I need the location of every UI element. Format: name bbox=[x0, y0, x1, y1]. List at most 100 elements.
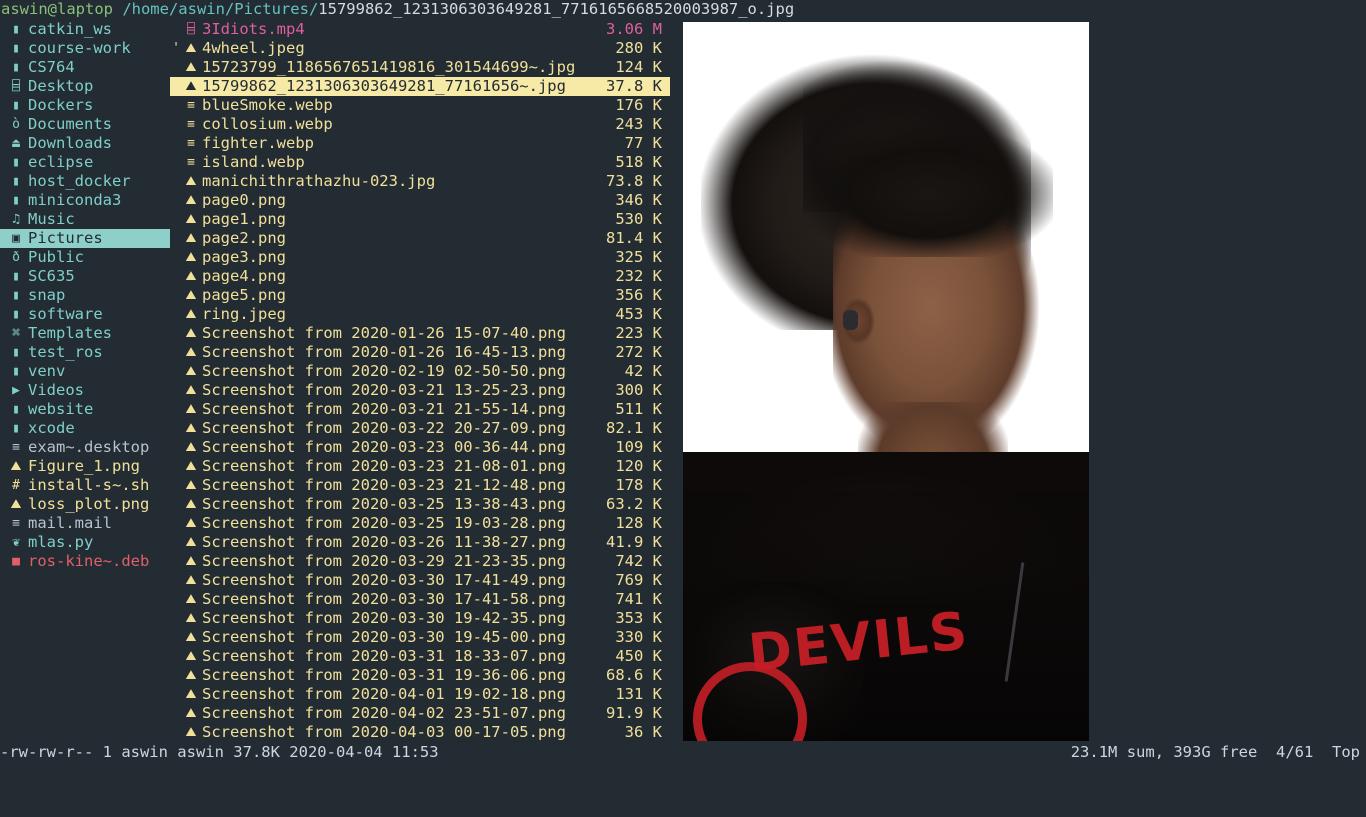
sidebar-item-downloads[interactable]: ⏏ Downloads bbox=[0, 134, 170, 153]
table-row[interactable]: ⛰ Screenshot from 2020-03-25 19-03-28.png… bbox=[170, 514, 670, 533]
table-row[interactable]: ⛰ Screenshot from 2020-03-31 19-36-06.png… bbox=[170, 666, 670, 685]
sidebar-item-label: loss_plot.png bbox=[28, 495, 150, 513]
sidebar-item-catkin-ws[interactable]: ▮ catkin_ws bbox=[0, 20, 170, 39]
sidebar-item-dockers[interactable]: ▮ Dockers bbox=[0, 96, 170, 115]
sidebar-item-software[interactable]: ▮ software bbox=[0, 305, 170, 324]
table-row[interactable]: ⛰ Screenshot from 2020-03-30 19-45-00.png… bbox=[170, 628, 670, 647]
sidebar-item-templates[interactable]: ⌘ Templates bbox=[0, 324, 170, 343]
table-row[interactable]: ⛰ Screenshot from 2020-03-29 21-23-35.png… bbox=[170, 552, 670, 571]
file-size: 243 K bbox=[615, 115, 662, 133]
sidebar-item-documents[interactable]: ò Documents bbox=[0, 115, 170, 134]
sidebar-item-miniconda3[interactable]: ▮ miniconda3 bbox=[0, 191, 170, 210]
sidebar-item-mail-mail[interactable]: ≡ mail.mail bbox=[0, 514, 170, 533]
table-row[interactable]: ⛰ page1.png 530 K bbox=[170, 210, 670, 229]
sidebar-item-snap[interactable]: ▮ snap bbox=[0, 286, 170, 305]
sidebar-item-label: mlas.py bbox=[28, 533, 94, 551]
file-size: 41.9 K bbox=[606, 533, 662, 551]
table-row[interactable]: ⌸ 3Idiots.mp4 3.06 M bbox=[170, 20, 670, 39]
sidebar-item-label: Public bbox=[28, 248, 84, 266]
sidebar-item-loss-plot-png[interactable]: ⛰ loss_plot.png bbox=[0, 495, 170, 514]
sidebar-item-pictures[interactable]: ▣ Pictures bbox=[0, 229, 170, 248]
video-icon: ▶ bbox=[12, 383, 20, 398]
sidebar-item-cs764[interactable]: ▮ CS764 bbox=[0, 58, 170, 77]
table-row[interactable]: ⛰ Screenshot from 2020-03-31 18-33-07.png… bbox=[170, 647, 670, 666]
image-preview: DEVILS bbox=[683, 22, 1089, 742]
table-row[interactable]: ≡ island.webp 518 K bbox=[170, 153, 670, 172]
table-row[interactable]: ⛰ Screenshot from 2020-03-22 20-27-09.png… bbox=[170, 419, 670, 438]
table-row[interactable]: ≡ fighter.webp 77 K bbox=[170, 134, 670, 153]
file-size: 128 K bbox=[615, 514, 662, 532]
image-file-icon: ⛰ bbox=[185, 497, 197, 512]
sidebar-item-test-ros[interactable]: ▮ test_ros bbox=[0, 343, 170, 362]
table-row[interactable]: ⛰ Screenshot from 2020-03-30 19-42-35.png… bbox=[170, 609, 670, 628]
file-name: ring.jpeg bbox=[202, 305, 286, 323]
sidebar-item-figure-1-png[interactable]: ⛰ Figure_1.png bbox=[0, 457, 170, 476]
sidebar-item-course-work[interactable]: ▮ course-work bbox=[0, 39, 170, 58]
table-row[interactable]: ⛰ ring.jpeg 453 K bbox=[170, 305, 670, 324]
table-row[interactable]: ⛰ page0.png 346 K bbox=[170, 191, 670, 210]
file-name: fighter.webp bbox=[202, 134, 314, 152]
preview-shirt-text: DEVILS bbox=[745, 601, 972, 685]
table-row[interactable]: ⛰ page4.png 232 K bbox=[170, 267, 670, 286]
sidebar-item-eclipse[interactable]: ▮ eclipse bbox=[0, 153, 170, 172]
file-size: 353 K bbox=[615, 609, 662, 627]
sidebar-item-label: exam~.desktop bbox=[28, 438, 150, 456]
image-file-icon: ⛰ bbox=[185, 79, 197, 94]
table-row[interactable]: ≡ blueSmoke.webp 176 K bbox=[170, 96, 670, 115]
sidebar-item-sc635[interactable]: ▮ SC635 bbox=[0, 267, 170, 286]
sidebar-item-install-s-sh[interactable]: # install-s~.sh bbox=[0, 476, 170, 495]
sidebar-item-label: course-work bbox=[28, 39, 131, 57]
table-row[interactable]: ⛰ Screenshot from 2020-04-03 00-17-05.png… bbox=[170, 723, 670, 740]
table-row[interactable]: ⛰ Screenshot from 2020-01-26 15-07-40.png… bbox=[170, 324, 670, 343]
sidebar-item-public[interactable]: ð Public bbox=[0, 248, 170, 267]
table-row[interactable]: ' ⛰ 4wheel.jpeg 280 K bbox=[170, 39, 670, 58]
file-size: 77 K bbox=[624, 134, 662, 152]
folder-icon: ▮ bbox=[12, 307, 20, 322]
image-file-icon: ⛰ bbox=[185, 668, 197, 683]
table-row[interactable]: ⛰ page3.png 325 K bbox=[170, 248, 670, 267]
file-name: collosium.webp bbox=[202, 115, 333, 133]
table-row[interactable]: ⛰ Screenshot from 2020-04-01 19-02-18.png… bbox=[170, 685, 670, 704]
table-row[interactable]: ⛰ Screenshot from 2020-03-21 13-25-23.png… bbox=[170, 381, 670, 400]
table-row[interactable]: ⛰ Screenshot from 2020-03-23 00-36-44.png… bbox=[170, 438, 670, 457]
folder-icon: ▮ bbox=[12, 345, 20, 360]
table-row[interactable]: ⛰ Screenshot from 2020-01-26 16-45-13.png… bbox=[170, 343, 670, 362]
image-file-icon: ⛰ bbox=[185, 630, 197, 645]
parent-directory-pane[interactable]: ▮ catkin_ws ▮ course-work ▮ CS764 ⌸ Desktop ▮ Doc… bbox=[0, 20, 170, 740]
table-row[interactable]: ⛰ page2.png 81.4 K bbox=[170, 229, 670, 248]
sidebar-item-venv[interactable]: ▮ venv bbox=[0, 362, 170, 381]
table-row[interactable]: ⛰ Screenshot from 2020-03-23 21-12-48.png… bbox=[170, 476, 670, 495]
file-name: Screenshot from 2020-03-30 19-45-00.png bbox=[202, 628, 566, 646]
table-row[interactable]: ⛰ 15723799_1186567651419816_301544699~.jp… bbox=[170, 58, 670, 77]
current-directory-pane[interactable]: ⌸ 3Idiots.mp4 3.06 M ' ⛰ 4wheel.jpeg 280 K ⛰ 157… bbox=[170, 20, 670, 740]
table-row[interactable]: ⛰ Screenshot from 2020-03-21 21-55-14.png… bbox=[170, 400, 670, 419]
sidebar-item-desktop[interactable]: ⌸ Desktop bbox=[0, 77, 170, 96]
table-row[interactable]: ⛰ Screenshot from 2020-04-02 23-51-07.png… bbox=[170, 704, 670, 723]
file-name: Screenshot from 2020-03-25 19-03-28.png bbox=[202, 514, 566, 532]
table-row[interactable]: ⛰ manichithrathazhu-023.jpg 73.8 K bbox=[170, 172, 670, 191]
sidebar-item-mlas-py[interactable]: ❦ mlas.py bbox=[0, 533, 170, 552]
table-row[interactable]: ⛰ Screenshot from 2020-03-26 11-38-27.png… bbox=[170, 533, 670, 552]
table-row[interactable]: ⛰ Screenshot from 2020-03-23 21-08-01.png… bbox=[170, 457, 670, 476]
sidebar-item-videos[interactable]: ▶ Videos bbox=[0, 381, 170, 400]
file-name: Screenshot from 2020-03-23 00-36-44.png bbox=[202, 438, 566, 456]
sidebar-item-label: Videos bbox=[28, 381, 84, 399]
sidebar-item-music[interactable]: ♫ Music bbox=[0, 210, 170, 229]
table-row[interactable]: ⛰ Screenshot from 2020-03-30 17-41-49.png… bbox=[170, 571, 670, 590]
sidebar-item-exam-desktop[interactable]: ≡ exam~.desktop bbox=[0, 438, 170, 457]
sidebar-item-website[interactable]: ▮ website bbox=[0, 400, 170, 419]
table-row[interactable]: ≡ collosium.webp 243 K bbox=[170, 115, 670, 134]
table-row[interactable]: ⛰ Screenshot from 2020-03-30 17-41-58.png… bbox=[170, 590, 670, 609]
table-row[interactable]: ⛰ page5.png 356 K bbox=[170, 286, 670, 305]
table-row[interactable]: ⛰ 15799862_1231306303649281_77161656~.jpg… bbox=[170, 77, 670, 96]
sidebar-item-xcode[interactable]: ▮ xcode bbox=[0, 419, 170, 438]
sidebar-item-ros-kine-deb[interactable]: ■ ros-kine~.deb bbox=[0, 552, 170, 571]
file-name: page3.png bbox=[202, 248, 286, 266]
image-file-icon: ⛰ bbox=[185, 478, 197, 493]
documents-icon: ò bbox=[12, 117, 20, 132]
text-file-icon: ≡ bbox=[187, 98, 195, 113]
file-name: Screenshot from 2020-01-26 15-07-40.png bbox=[202, 324, 566, 342]
table-row[interactable]: ⛰ Screenshot from 2020-02-19 02-50-50.png… bbox=[170, 362, 670, 381]
table-row[interactable]: ⛰ Screenshot from 2020-03-25 13-38-43.png… bbox=[170, 495, 670, 514]
sidebar-item-host-docker[interactable]: ▮ host_docker bbox=[0, 172, 170, 191]
